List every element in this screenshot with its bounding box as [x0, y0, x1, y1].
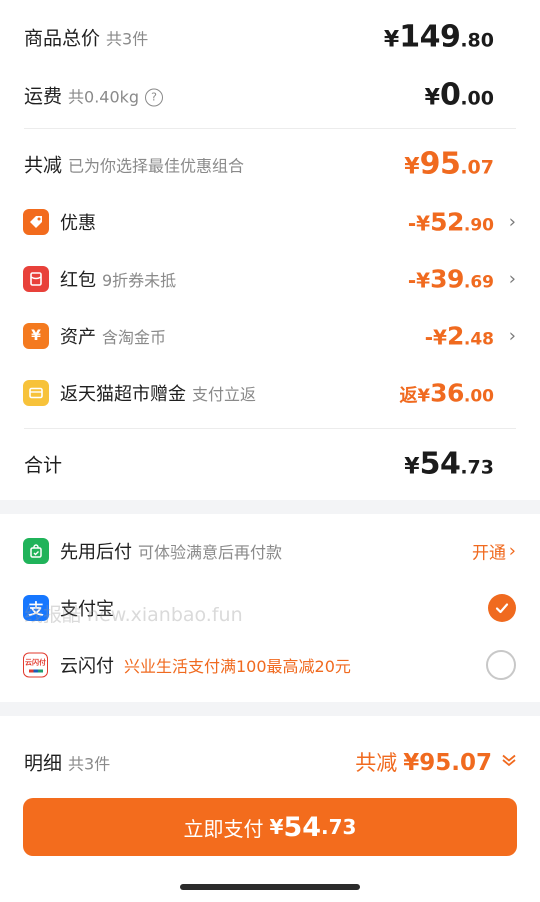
- unionpay-label: 云闪付: [60, 656, 114, 677]
- alipay-radio-selected[interactable]: [488, 594, 516, 622]
- chevron-right-icon: ›: [508, 268, 516, 290]
- double-chevron-down-icon[interactable]: [500, 751, 518, 774]
- goods-total-row: 商品总价 共3件 ¥149.80: [0, 17, 540, 57]
- section-gap: [0, 500, 540, 514]
- cloud-quickpass-icon: 云闪付: [23, 652, 48, 678]
- discount-item-red-packet[interactable]: 红包 9折券未抵 -¥39.69 ›: [0, 259, 540, 299]
- help-icon[interactable]: ?: [145, 88, 164, 106]
- bag-check-icon: [23, 538, 49, 564]
- subtotal-amount: ¥54.73: [404, 446, 494, 482]
- yen-asset-icon: ¥: [23, 323, 49, 349]
- bnpl-activate-link[interactable]: 开通: [472, 539, 506, 564]
- subtotal-row: 合计 ¥54.73: [0, 444, 540, 484]
- unionpay-promo: 兴业生活支付满100最高减20元: [124, 657, 351, 676]
- discount-item-coupon[interactable]: 优惠 -¥52.90 ›: [0, 202, 540, 242]
- watermark: 线报酷 new.xianbao.fun: [24, 604, 243, 626]
- chevron-right-icon: ›: [508, 325, 516, 347]
- detail-count: 共3件: [68, 754, 111, 774]
- shipping-weight: 共0.40kg: [68, 87, 140, 107]
- tag-icon: [23, 209, 49, 235]
- goods-total-label: 商品总价: [24, 27, 101, 50]
- discount-item-assets[interactable]: ¥ 资产 含淘金币 -¥2.48 ›: [0, 316, 540, 356]
- goods-total-amount: ¥149.80: [383, 19, 494, 55]
- bnpl-row[interactable]: 先用后付 可体验满意后再付款 开通 ›: [0, 531, 540, 571]
- subtotal-label: 合计: [24, 454, 63, 477]
- check-icon: [495, 603, 509, 614]
- discount-item-tmall-bonus: 返天猫超市赠金 支付立返 返¥36.00: [0, 373, 540, 413]
- section-gap: [0, 702, 540, 716]
- total-discount-row: 共减 已为你选择最佳优惠组合 ¥95.07: [0, 144, 540, 184]
- unionpay-radio-unselected[interactable]: [486, 650, 516, 680]
- total-discount-amount: ¥95.07: [404, 146, 494, 182]
- bnpl-hint: 可体验满意后再付款: [138, 543, 283, 562]
- pay-now-button[interactable]: 立即支付 ¥54.73: [23, 798, 517, 856]
- divider: [24, 428, 516, 429]
- detail-row[interactable]: 明细 共3件 共减 ¥95.07: [0, 742, 540, 782]
- chevron-right-icon: ›: [508, 211, 516, 233]
- detail-label: 明细: [24, 752, 63, 775]
- order-summary-card: 商品总价 共3件 ¥149.80 运费 共0.40kg? ¥0.00 共减 已为你选择…: [0, 0, 540, 500]
- divider: [24, 128, 516, 129]
- shipping-label: 运费: [24, 85, 63, 108]
- unionpay-row[interactable]: 云闪付 云闪付 兴业生活支付满100最高减20元: [0, 645, 540, 685]
- shipping-amount: ¥0.00: [424, 77, 494, 113]
- chevron-right-icon: ›: [508, 540, 516, 562]
- wallet-card-icon: [23, 380, 49, 406]
- bnpl-label: 先用后付: [60, 542, 132, 563]
- goods-count: 共3件: [106, 29, 149, 49]
- total-discount-label: 共减: [24, 154, 63, 177]
- total-discount-hint: 已为你选择最佳优惠组合: [68, 156, 245, 176]
- red-packet-icon: [23, 266, 49, 292]
- shipping-row: 运费 共0.40kg? ¥0.00: [0, 75, 540, 115]
- footer-discount: 共减 ¥95.07: [355, 750, 492, 776]
- home-indicator[interactable]: [180, 884, 360, 890]
